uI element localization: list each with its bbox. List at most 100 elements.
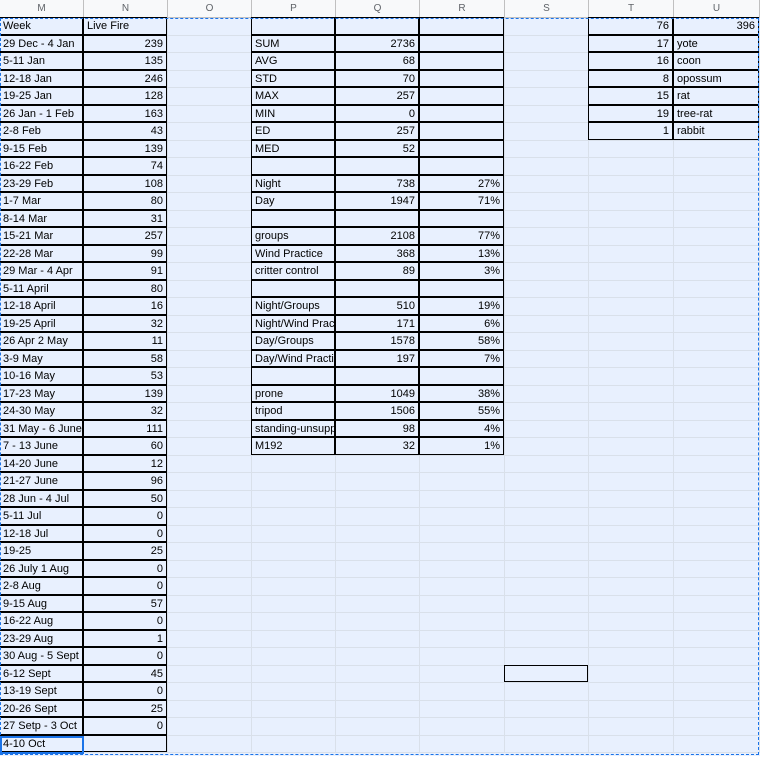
live-fire-cell[interactable]: 139 xyxy=(83,139,167,157)
empty-cell[interactable] xyxy=(505,595,589,613)
empty-cell[interactable] xyxy=(168,473,252,491)
active-cell-cursor[interactable] xyxy=(0,735,84,754)
empty-cell[interactable] xyxy=(505,508,589,526)
empty-cell[interactable] xyxy=(252,508,336,526)
live-fire-cell[interactable]: 0 xyxy=(83,577,167,595)
empty-cell[interactable] xyxy=(336,718,420,736)
empty-cell[interactable] xyxy=(505,193,589,211)
live-fire-cell[interactable]: 58 xyxy=(83,349,167,367)
live-fire-cell[interactable]: 111 xyxy=(83,419,167,437)
live-fire-cell[interactable]: 163 xyxy=(83,104,167,122)
live-fire-cell[interactable]: 0 xyxy=(83,682,167,700)
empty-cell[interactable] xyxy=(505,18,589,36)
empty-cell[interactable] xyxy=(589,333,674,351)
week-label-cell[interactable]: 29 Mar - 4 Apr xyxy=(0,262,83,280)
empty-cell[interactable] xyxy=(505,53,589,71)
stat-value-cell[interactable]: 510 xyxy=(335,297,419,315)
empty-cell[interactable] xyxy=(674,175,760,193)
empty-cell[interactable] xyxy=(168,140,252,158)
stat-pct-cell[interactable]: 1% xyxy=(419,437,504,455)
stat-label-cell[interactable]: SUM xyxy=(251,34,335,52)
live-fire-cell[interactable]: 108 xyxy=(83,174,167,192)
empty-cell[interactable] xyxy=(674,630,760,648)
empty-cell[interactable] xyxy=(674,508,760,526)
empty-cell[interactable] xyxy=(674,735,760,753)
empty-cell[interactable] xyxy=(420,648,505,666)
empty-cell[interactable] xyxy=(168,718,252,736)
empty-cell[interactable] xyxy=(168,438,252,456)
empty-cell[interactable] xyxy=(505,578,589,596)
critter-count-cell[interactable]: 17 xyxy=(588,34,673,52)
stat-pct-cell[interactable] xyxy=(419,279,504,297)
empty-cell[interactable] xyxy=(589,578,674,596)
stat-value-cell[interactable]: 68 xyxy=(335,52,419,70)
empty-cell[interactable] xyxy=(168,508,252,526)
stat-label-cell[interactable] xyxy=(251,367,335,385)
empty-cell[interactable] xyxy=(336,508,420,526)
empty-cell[interactable] xyxy=(674,438,760,456)
empty-cell[interactable] xyxy=(336,613,420,631)
empty-cell[interactable] xyxy=(336,595,420,613)
week-label-cell[interactable]: 5-11 Jul xyxy=(0,507,83,525)
empty-cell[interactable] xyxy=(674,665,760,683)
stat-value-cell[interactable]: 89 xyxy=(335,262,419,280)
week-label-cell[interactable]: 19-25 xyxy=(0,542,83,560)
stat-label-cell[interactable]: Night/Wind Prac xyxy=(251,314,335,332)
empty-cell[interactable] xyxy=(252,613,336,631)
live-fire-cell[interactable]: 53 xyxy=(83,367,167,385)
empty-cell[interactable] xyxy=(336,683,420,701)
empty-cell[interactable] xyxy=(252,683,336,701)
empty-cell[interactable] xyxy=(674,193,760,211)
empty-cell[interactable] xyxy=(168,385,252,403)
empty-cell[interactable] xyxy=(589,455,674,473)
week-label-cell[interactable]: 12-18 April xyxy=(0,297,83,315)
week-label-cell[interactable]: Week xyxy=(0,17,83,35)
empty-cell[interactable] xyxy=(252,595,336,613)
critter-name-cell[interactable]: tree-rat xyxy=(673,104,759,122)
empty-cell[interactable] xyxy=(674,298,760,316)
empty-cell[interactable] xyxy=(505,105,589,123)
empty-cell[interactable] xyxy=(252,665,336,683)
week-label-cell[interactable]: 13-19 Sept xyxy=(0,682,83,700)
live-fire-cell[interactable]: 25 xyxy=(83,699,167,717)
empty-cell[interactable] xyxy=(589,630,674,648)
stat-label-cell[interactable]: prone xyxy=(251,384,335,402)
empty-cell[interactable] xyxy=(252,630,336,648)
week-label-cell[interactable]: 10-16 May xyxy=(0,367,83,385)
empty-cell[interactable] xyxy=(505,735,589,753)
empty-cell[interactable] xyxy=(168,683,252,701)
week-label-cell[interactable]: 14-20 June xyxy=(0,454,83,472)
column-header-u[interactable]: U xyxy=(674,0,760,17)
empty-cell[interactable] xyxy=(505,700,589,718)
empty-cell[interactable] xyxy=(589,263,674,281)
stat-pct-cell[interactable] xyxy=(419,52,504,70)
empty-cell[interactable] xyxy=(505,333,589,351)
stat-label-cell[interactable]: Night/Groups xyxy=(251,297,335,315)
empty-cell[interactable] xyxy=(505,438,589,456)
empty-cell[interactable] xyxy=(505,455,589,473)
empty-cell[interactable] xyxy=(674,560,760,578)
empty-cell[interactable] xyxy=(589,385,674,403)
live-fire-cell[interactable]: 0 xyxy=(83,507,167,525)
week-label-cell[interactable]: 17-23 May xyxy=(0,384,83,402)
empty-cell[interactable] xyxy=(336,543,420,561)
live-fire-cell[interactable]: 99 xyxy=(83,244,167,262)
empty-cell[interactable] xyxy=(674,245,760,263)
empty-cell[interactable] xyxy=(168,158,252,176)
live-fire-cell[interactable]: 139 xyxy=(83,384,167,402)
stat-label-cell[interactable]: critter control xyxy=(251,262,335,280)
live-fire-cell[interactable]: 45 xyxy=(83,664,167,682)
empty-cell[interactable] xyxy=(420,490,505,508)
critter-count-cell[interactable]: 76 xyxy=(588,17,673,35)
critter-count-cell[interactable]: 15 xyxy=(588,87,673,105)
week-label-cell[interactable]: 19-25 April xyxy=(0,314,83,332)
critter-name-cell[interactable]: yote xyxy=(673,34,759,52)
week-label-cell[interactable]: 2-8 Aug xyxy=(0,577,83,595)
stat-value-cell[interactable]: 738 xyxy=(335,174,419,192)
live-fire-cell[interactable]: 135 xyxy=(83,52,167,70)
empty-cell[interactable] xyxy=(336,455,420,473)
empty-cell[interactable] xyxy=(674,613,760,631)
stat-value-cell[interactable]: 257 xyxy=(335,122,419,140)
stat-value-cell[interactable]: 1506 xyxy=(335,402,419,420)
empty-cell[interactable] xyxy=(168,455,252,473)
